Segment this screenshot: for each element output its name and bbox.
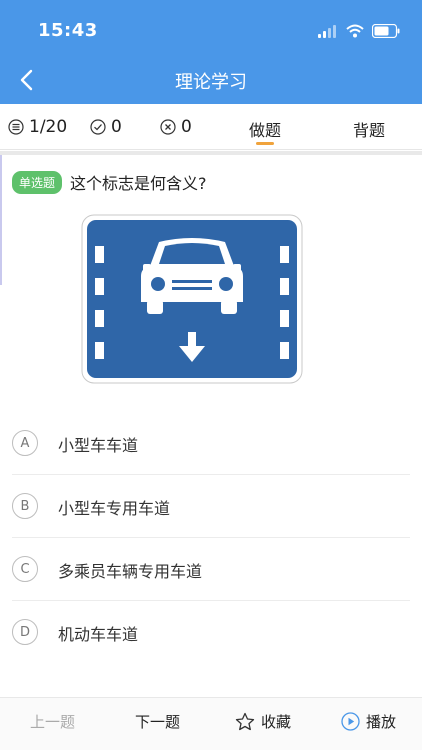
traffic-sign-image	[81, 214, 303, 384]
active-tab-indicator	[256, 142, 274, 145]
status-bar: 15:43	[0, 0, 422, 56]
favorite-label: 收藏	[261, 713, 292, 731]
wrong-count: 0	[160, 117, 192, 137]
option-b[interactable]: B 小型车专用车道	[0, 475, 422, 538]
play-label: 播放	[366, 713, 397, 731]
bottom-bar: 上一题 下一题 收藏 播放	[0, 697, 422, 750]
correct-count: 0	[90, 117, 122, 137]
status-time: 15:43	[38, 20, 98, 41]
signal-icon	[318, 25, 336, 38]
option-text: 小型车专用车道	[58, 499, 171, 518]
check-circle-icon	[90, 119, 106, 135]
option-a[interactable]: A 小型车车道	[0, 412, 422, 475]
option-c[interactable]: C 多乘员车辆专用车道	[0, 538, 422, 601]
play-circle-icon	[341, 712, 360, 731]
option-text: 小型车车道	[58, 436, 139, 455]
next-question-button[interactable]: 下一题	[135, 711, 180, 732]
nav-bar: 理论学习	[0, 56, 422, 104]
status-icons	[318, 24, 400, 38]
option-letter: A	[12, 430, 38, 456]
battery-icon	[372, 24, 400, 38]
tab-practice[interactable]: 做题	[249, 117, 281, 141]
correct-count-value: 0	[111, 117, 122, 137]
play-button[interactable]: 播放	[341, 711, 396, 732]
prev-question-button[interactable]: 上一题	[30, 711, 75, 732]
page-title: 理论学习	[175, 72, 247, 93]
favorite-button[interactable]: 收藏	[235, 711, 291, 732]
tab-memorize[interactable]: 背题	[353, 117, 385, 141]
next-question-label: 下一题	[135, 713, 181, 731]
option-letter: B	[12, 493, 38, 519]
section-divider	[0, 151, 422, 155]
option-d[interactable]: D 机动车车道	[0, 601, 422, 664]
question-count-value: 1/20	[29, 117, 68, 137]
star-icon	[235, 712, 255, 731]
question-count[interactable]: 1/20	[8, 117, 67, 137]
option-text: 机动车车道	[58, 625, 139, 644]
question-text: 这个标志是何含义?	[70, 174, 207, 193]
option-text: 多乘员车辆专用车道	[58, 562, 203, 581]
stats-bar: 1/20 0 0 做题 背题	[0, 104, 422, 150]
option-letter: C	[12, 556, 38, 582]
wrong-count-value: 0	[181, 117, 192, 137]
left-accent-line	[0, 155, 2, 285]
option-letter: D	[12, 619, 38, 645]
prev-question-label: 上一题	[30, 713, 76, 731]
x-circle-icon	[160, 119, 176, 135]
list-icon	[8, 119, 24, 135]
question-type-badge: 单选题	[12, 170, 63, 194]
wifi-icon	[346, 24, 364, 38]
question-header: 单选题 这个标志是何含义?	[12, 170, 207, 194]
